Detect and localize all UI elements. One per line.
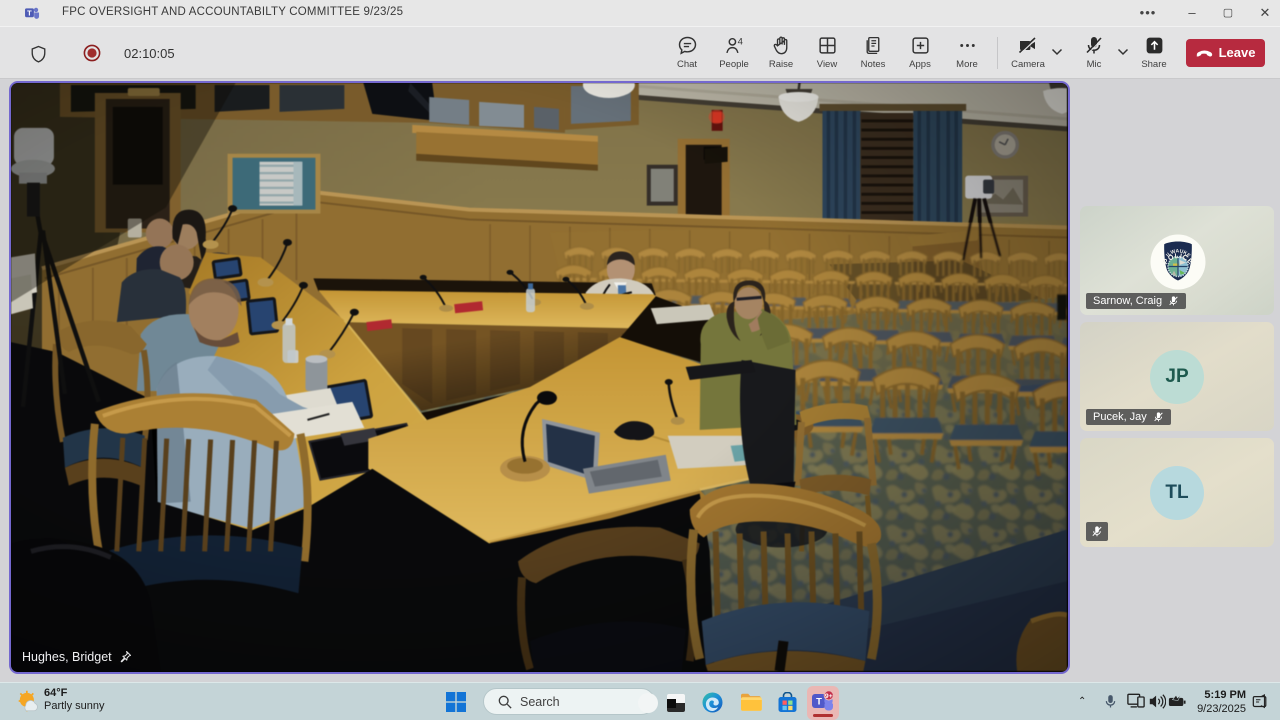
svg-text:T: T bbox=[816, 697, 822, 708]
svg-text:T: T bbox=[27, 8, 32, 17]
svg-text:4: 4 bbox=[737, 36, 742, 47]
svg-text:9+: 9+ bbox=[825, 693, 833, 700]
